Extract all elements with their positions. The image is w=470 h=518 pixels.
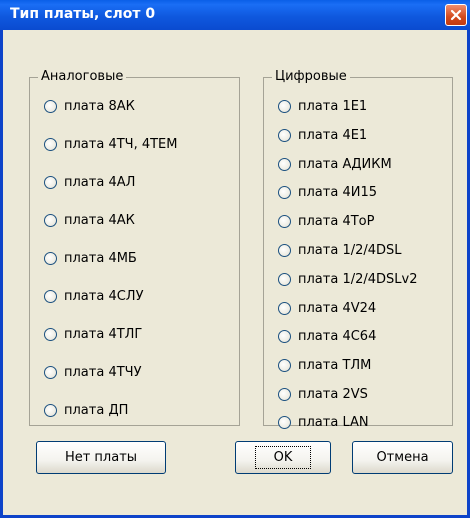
cancel-button[interactable]: Отмена xyxy=(352,441,453,474)
radio-label: плата 4И15 xyxy=(298,184,377,200)
radio-digital-3[interactable]: плата АДИКМ xyxy=(278,154,392,174)
close-icon xyxy=(450,9,462,21)
radio-label: плата ТЛМ xyxy=(298,357,372,373)
radio-button-icon[interactable] xyxy=(44,365,57,379)
radio-label: плата 4V24 xyxy=(298,300,377,316)
analog-group: Аналоговые плата 8АК плата 4ТЧ, 4ТЕМ пла… xyxy=(29,69,240,426)
radio-digital-12[interactable]: плата LAN xyxy=(278,412,369,432)
radio-button-icon[interactable] xyxy=(278,387,291,401)
radio-digital-8[interactable]: плата 4V24 xyxy=(278,298,376,318)
radio-button-icon[interactable] xyxy=(44,403,57,417)
radio-analog-3[interactable]: плата 4АЛ xyxy=(44,172,135,192)
radio-analog-1[interactable]: плата 8АК xyxy=(44,96,135,116)
radio-label: плата 4СЛУ xyxy=(64,288,144,304)
radio-analog-8[interactable]: плата 4ТЧУ xyxy=(44,362,142,382)
dialog-window: Тип платы, слот 0 Аналоговые плата 8АК п… xyxy=(0,0,470,518)
radio-button-icon[interactable] xyxy=(278,99,291,113)
cancel-button-label: Отмена xyxy=(376,450,429,465)
radio-digital-11[interactable]: плата 2VS xyxy=(278,384,368,404)
radio-label: плата LAN xyxy=(298,414,369,430)
radio-digital-10[interactable]: плата ТЛМ xyxy=(278,355,371,375)
radio-analog-4[interactable]: плата 4АК xyxy=(44,210,135,230)
radio-label: плата 1/2/4DSLv2 xyxy=(298,271,418,287)
radio-digital-2[interactable]: плата 4Е1 xyxy=(278,125,367,145)
radio-analog-2[interactable]: плата 4ТЧ, 4ТЕМ xyxy=(44,134,177,154)
title-bar[interactable]: Тип платы, слот 0 xyxy=(0,0,470,30)
ok-button[interactable]: OK xyxy=(235,441,331,474)
radio-analog-6[interactable]: плата 4СЛУ xyxy=(44,286,144,306)
radio-label: плата 4ТЧУ xyxy=(64,364,142,380)
radio-button-icon[interactable] xyxy=(44,213,57,227)
radio-button-icon[interactable] xyxy=(44,251,57,265)
radio-label: плата 4ТоР xyxy=(298,213,375,229)
radio-digital-7[interactable]: плата 1/2/4DSLv2 xyxy=(278,269,418,289)
radio-digital-4[interactable]: плата 4И15 xyxy=(278,182,377,202)
radio-button-icon[interactable] xyxy=(278,185,291,199)
radio-button-icon[interactable] xyxy=(44,327,57,341)
radio-label: плата 4ТЛГ xyxy=(64,326,143,342)
radio-button-icon[interactable] xyxy=(278,157,291,171)
radio-label: плата 1Е1 xyxy=(298,98,368,114)
radio-label: плата 8АК xyxy=(64,98,135,114)
radio-button-icon[interactable] xyxy=(278,415,291,429)
radio-label: плата 4С64 xyxy=(298,328,377,344)
radio-label: плата ДП xyxy=(64,402,129,418)
digital-group-label: Цифровые xyxy=(272,69,350,84)
radio-button-icon[interactable] xyxy=(278,214,291,228)
radio-label: плата 2VS xyxy=(298,386,368,402)
digital-group: Цифровые плата 1Е1 плата 4Е1 плата АДИКМ… xyxy=(263,69,453,430)
no-board-button-label: Нет платы xyxy=(64,450,138,465)
radio-analog-5[interactable]: плата 4МБ xyxy=(44,248,137,268)
radio-label: плата 4АЛ xyxy=(64,174,136,190)
radio-button-icon[interactable] xyxy=(278,272,291,286)
radio-button-icon[interactable] xyxy=(44,99,57,113)
radio-digital-6[interactable]: плата 1/2/4DSL xyxy=(278,240,402,260)
radio-label: плата 4ТЧ, 4ТЕМ xyxy=(64,136,178,152)
radio-button-icon[interactable] xyxy=(278,243,291,257)
close-button[interactable] xyxy=(445,4,467,26)
radio-digital-1[interactable]: плата 1Е1 xyxy=(278,96,367,116)
window-title: Тип платы, слот 0 xyxy=(10,6,156,22)
radio-analog-7[interactable]: плата 4ТЛГ xyxy=(44,324,142,344)
radio-label: плата 1/2/4DSL xyxy=(298,242,402,258)
radio-label: плата 4АК xyxy=(64,212,135,228)
radio-label: плата 4МБ xyxy=(64,250,137,266)
radio-label: плата АДИКМ xyxy=(298,156,392,172)
radio-button-icon[interactable] xyxy=(44,175,57,189)
radio-analog-9[interactable]: плата ДП xyxy=(44,400,128,420)
radio-button-icon[interactable] xyxy=(44,289,57,303)
radio-label: плата 4Е1 xyxy=(298,127,368,143)
radio-button-icon[interactable] xyxy=(278,358,291,372)
radio-button-icon[interactable] xyxy=(278,128,291,142)
radio-button-icon[interactable] xyxy=(44,137,57,151)
radio-digital-9[interactable]: плата 4С64 xyxy=(278,326,376,346)
dialog-client: Аналоговые плата 8АК плата 4ТЧ, 4ТЕМ пла… xyxy=(3,27,467,515)
radio-digital-5[interactable]: плата 4ТоР xyxy=(278,211,374,231)
no-board-button[interactable]: Нет платы xyxy=(36,441,166,474)
radio-button-icon[interactable] xyxy=(278,329,291,343)
radio-button-icon[interactable] xyxy=(278,301,291,315)
ok-button-label: OK xyxy=(254,446,312,469)
analog-group-label: Аналоговые xyxy=(38,69,127,84)
